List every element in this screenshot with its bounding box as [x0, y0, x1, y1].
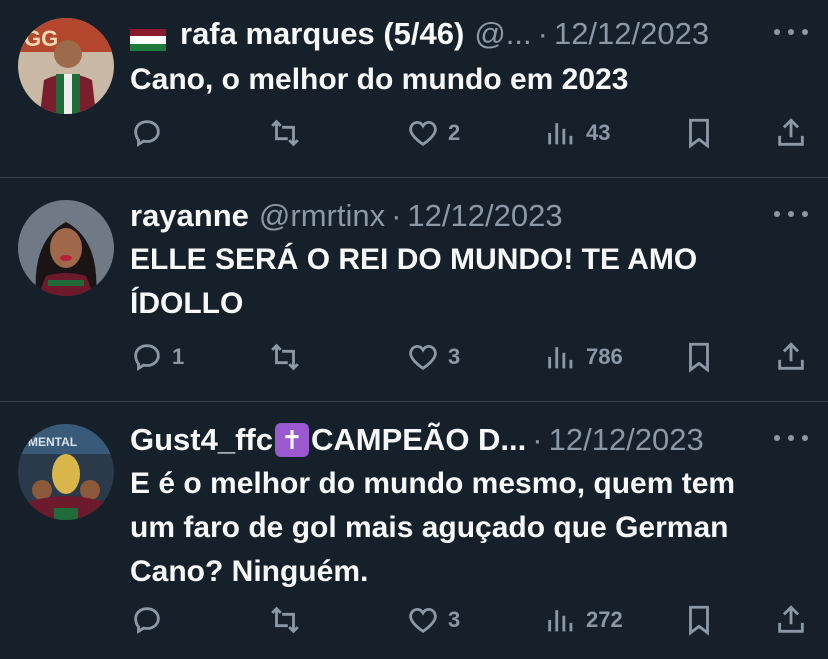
views-icon — [548, 610, 573, 632]
avatar[interactable]: GG — [18, 18, 114, 114]
tweet-text: E é o melhor do mundo mesmo, quem tem um… — [130, 467, 736, 588]
like-icon — [409, 607, 437, 634]
tweet-date[interactable]: 12/12/2023 — [554, 16, 709, 52]
more-icon[interactable] — [774, 208, 808, 220]
reply-icon — [134, 120, 160, 147]
separator: · — [537, 16, 548, 51]
share-icon — [778, 118, 804, 146]
like-button[interactable]: 3 — [406, 340, 486, 374]
svg-text:MENTAL: MENTAL — [28, 435, 77, 449]
bookmark-icon — [689, 605, 709, 636]
views-count: 43 — [586, 120, 611, 145]
retweet-icon — [271, 343, 299, 371]
like-button[interactable]: 2 — [406, 116, 486, 150]
user-handle[interactable]: @... — [474, 16, 531, 52]
more-icon[interactable] — [774, 26, 808, 38]
views-count: 786 — [586, 344, 623, 369]
reply-count: 1 — [172, 344, 185, 369]
views-button[interactable]: 786 — [544, 340, 624, 374]
bookmark-button[interactable] — [682, 340, 716, 374]
user-handle[interactable]: @rmrtinx — [259, 198, 385, 234]
display-name[interactable]: rayanne — [130, 198, 249, 234]
share-icon — [778, 605, 804, 633]
reply-button[interactable] — [130, 116, 210, 150]
reply-button[interactable] — [130, 603, 210, 637]
svg-text:GG: GG — [24, 26, 58, 51]
tweet[interactable]: rayanne @rmrtinx · 12/12/2023 ELLE SERÁ … — [0, 178, 828, 402]
tweet-text: ELLE SERÁ O REI DO MUNDO! TE AMO ÍDOLLO — [130, 243, 698, 320]
retweet-button[interactable] — [268, 603, 348, 637]
retweet-icon — [271, 119, 299, 147]
share-button[interactable] — [774, 603, 808, 637]
bookmark-button[interactable] — [682, 116, 716, 150]
reply-icon — [134, 344, 160, 371]
like-count: 2 — [448, 120, 461, 145]
avatar[interactable]: MENTAL — [18, 424, 114, 520]
tweet[interactable]: MENTAL Gust4_ffc ✝ CAMPEÃO D... · 12/12/… — [0, 402, 828, 659]
tweet-date[interactable]: 12/12/2023 — [407, 198, 562, 234]
share-button[interactable] — [774, 340, 808, 374]
display-name[interactable]: rafa marques (5/46) — [180, 16, 464, 52]
share-button[interactable] — [774, 116, 808, 150]
retweet-icon — [271, 606, 299, 634]
more-icon[interactable] — [774, 432, 808, 444]
tweet-text: Cano, o melhor do mundo em 2023 — [130, 63, 629, 96]
like-count: 3 — [448, 344, 461, 369]
retweet-button[interactable] — [268, 116, 348, 150]
views-button[interactable]: 43 — [544, 116, 624, 150]
like-button[interactable]: 3 — [406, 603, 486, 637]
tweet[interactable]: GG rafa marques (5/46) @... · 12/12/2023… — [0, 0, 828, 178]
like-count: 3 — [448, 607, 461, 632]
bookmark-button[interactable] — [682, 603, 716, 637]
flag-icon — [130, 23, 166, 51]
views-count: 272 — [586, 607, 623, 632]
views-icon — [548, 123, 573, 145]
views-button[interactable]: 272 — [544, 603, 624, 637]
like-icon — [409, 120, 437, 147]
avatar[interactable] — [18, 200, 114, 296]
share-icon — [778, 342, 804, 370]
tweet-date[interactable]: 12/12/2023 — [549, 422, 704, 458]
retweet-button[interactable] — [268, 340, 348, 374]
bookmark-icon — [689, 342, 709, 373]
reply-button[interactable]: 1 — [130, 340, 210, 374]
bookmark-icon — [689, 118, 709, 149]
separator: · — [391, 198, 402, 233]
display-name[interactable]: Gust4_ffc — [130, 422, 273, 458]
separator: · — [532, 422, 543, 457]
cross-emoji: ✝ — [274, 423, 309, 457]
views-icon — [548, 347, 573, 369]
display-name-suffix[interactable]: CAMPEÃO D... — [311, 422, 526, 458]
like-icon — [409, 344, 437, 371]
reply-icon — [134, 607, 160, 634]
